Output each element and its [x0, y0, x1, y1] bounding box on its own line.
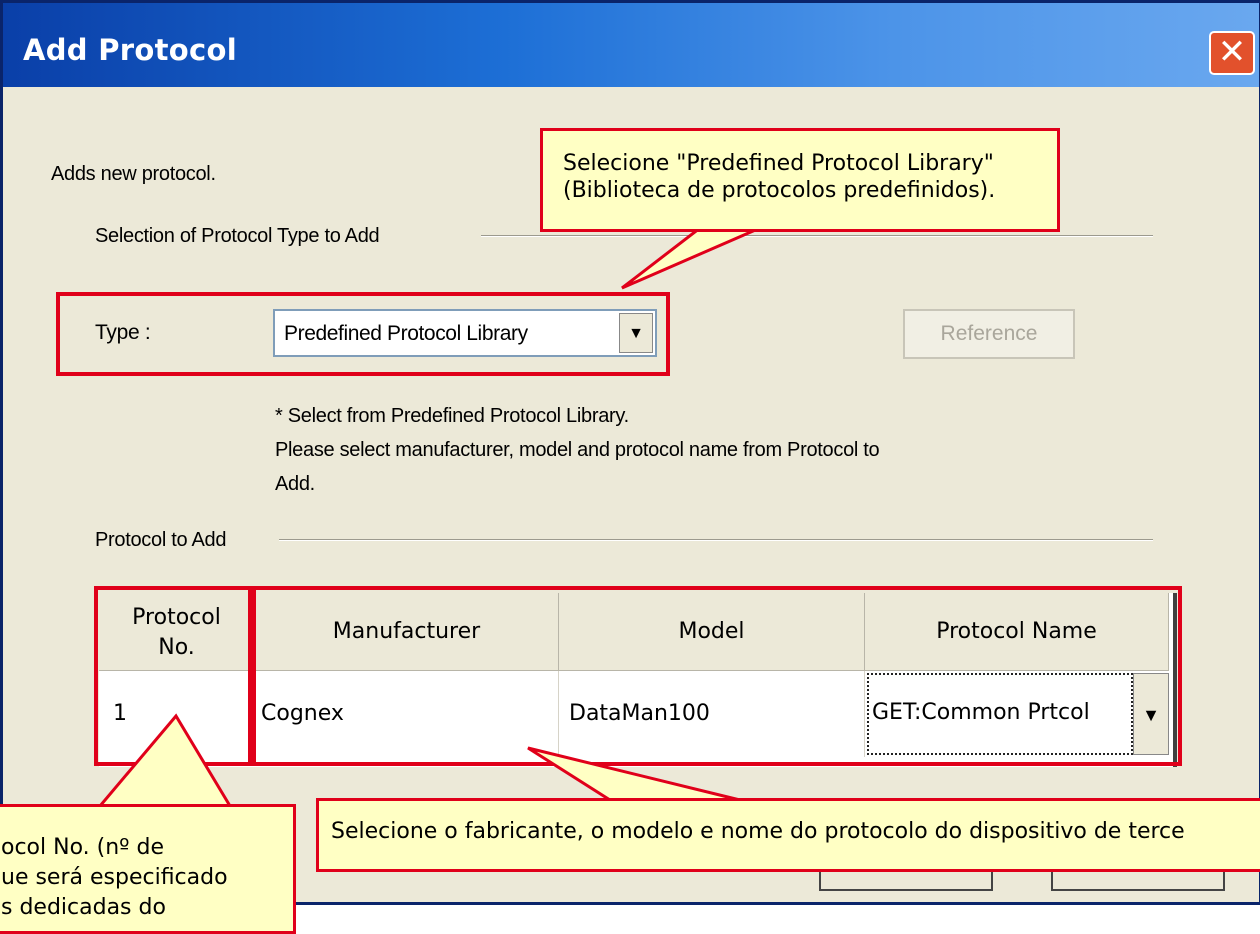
- bottom-right-callout-pointer: [527, 746, 741, 802]
- callout-line: ue será especificado: [1, 865, 228, 890]
- callout-line: (Biblioteca de protocolos predefinidos).: [563, 178, 996, 203]
- callout-line: s dedicadas do: [1, 895, 166, 920]
- callout-line: Selecione "Predefined Protocol Library": [563, 151, 994, 176]
- callout-line: ocol No. (nº de: [1, 835, 165, 860]
- callout-select-library: Selecione "Predefined Protocol Library" …: [540, 128, 1060, 232]
- bottom-left-callout-pointer: [96, 713, 233, 808]
- callout-protocol-no: ocol No. (nº de ue será especificado s d…: [0, 804, 296, 934]
- top-callout-pointer: [621, 226, 761, 290]
- callout-select-manufacturer: Selecione o fabricante, o modelo e nome …: [316, 798, 1260, 872]
- callout-text: Selecione o fabricante, o modelo e nome …: [331, 819, 1185, 844]
